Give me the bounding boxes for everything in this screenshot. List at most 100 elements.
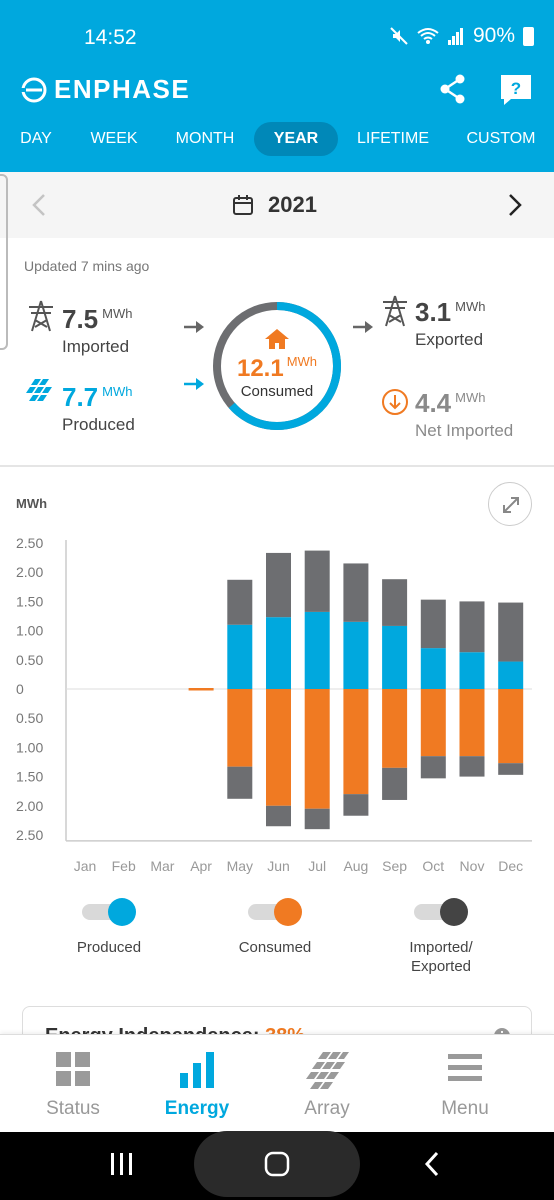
tab-day[interactable]: DAY xyxy=(6,122,66,156)
bar-exported xyxy=(304,550,330,612)
signal-icon xyxy=(447,28,463,45)
consumed-value: 12.1 xyxy=(236,355,284,382)
bar-consumed xyxy=(420,689,446,757)
imported-label: Imported xyxy=(62,337,130,356)
exported-unit: MWh xyxy=(455,299,486,314)
x-tick-label: Jun xyxy=(267,858,290,874)
tab-custom[interactable]: CUSTOM xyxy=(460,122,542,156)
system-back-button[interactable] xyxy=(420,1150,444,1178)
x-tick-label: Nov xyxy=(460,858,485,874)
share-icon xyxy=(440,74,465,104)
x-tick-label: Mar xyxy=(150,858,174,874)
produced-toggle-knob xyxy=(108,898,136,926)
help-icon: ? xyxy=(501,75,531,105)
bar-imported xyxy=(498,763,524,775)
nav-status[interactable]: Status xyxy=(4,1035,142,1133)
bar-produced xyxy=(498,661,524,689)
x-tick-label: Aug xyxy=(343,858,368,874)
y-tick-label: 0.50 xyxy=(16,652,43,668)
system-recents-button[interactable] xyxy=(108,1150,136,1178)
back-icon xyxy=(424,1151,439,1177)
exported-metric: 3.1 MWh Exported xyxy=(415,297,486,350)
bar-consumed xyxy=(188,688,214,691)
bar-imported xyxy=(420,756,446,779)
nav-array[interactable]: Array xyxy=(258,1035,396,1133)
x-tick-label: Oct xyxy=(422,858,444,874)
y-tick-label: 2.00 xyxy=(16,564,43,580)
bar-exported xyxy=(420,599,446,649)
legend-consumed: Consumed xyxy=(200,898,350,957)
calendar-icon xyxy=(233,195,253,215)
y-axis-label: MWh xyxy=(16,496,47,511)
produced-toggle[interactable] xyxy=(82,898,136,926)
tab-month[interactable]: MONTH xyxy=(166,122,244,156)
enphase-logo-icon xyxy=(20,77,47,102)
bar-produced xyxy=(420,648,446,689)
consumed-label: Consumed xyxy=(240,383,314,400)
expand-chart-button[interactable] xyxy=(488,482,532,526)
x-tick-label: May xyxy=(227,858,253,874)
x-tick-label: Jan xyxy=(74,858,97,874)
period-label[interactable]: 2021 xyxy=(232,192,317,218)
tab-year[interactable]: YEAR xyxy=(254,122,338,156)
period-selector: 2021 xyxy=(0,172,554,238)
bar-imported xyxy=(304,808,330,830)
share-button[interactable] xyxy=(436,72,470,106)
nav-menu-label: Menu xyxy=(441,1098,489,1119)
net-imported-unit: MWh xyxy=(455,390,486,405)
y-tick-label: 0.50 xyxy=(16,710,43,726)
bar-imported xyxy=(266,805,291,827)
status-time: 14:52 xyxy=(84,26,137,49)
app-header: 14:52 90% ENPHASE ? DAY WEEK MONTH YEAR … xyxy=(0,0,554,172)
side-drawer-handle[interactable] xyxy=(0,174,8,350)
next-period-button[interactable] xyxy=(502,190,528,220)
nav-energy[interactable]: Energy xyxy=(128,1035,266,1133)
x-tick-label: Apr xyxy=(190,858,212,874)
bar-exported xyxy=(498,602,524,662)
grid-tower-icon xyxy=(29,300,53,332)
imported-unit: MWh xyxy=(102,306,133,321)
bar-exported xyxy=(227,579,253,625)
net-imported-metric: 4.4 MWh Net Imported xyxy=(415,388,513,441)
bar-consumed xyxy=(343,689,369,795)
y-tick-label: 1.00 xyxy=(16,623,43,639)
battery-icon xyxy=(523,26,534,46)
legend-imported-exported: Imported/ Exported xyxy=(366,898,516,976)
system-home-button[interactable] xyxy=(194,1131,360,1197)
bar-produced xyxy=(343,621,369,689)
net-import-arrow-icon xyxy=(382,389,408,415)
produced-label: Produced xyxy=(62,415,135,434)
bar-consumed xyxy=(304,689,330,809)
consumed-summary: 12.1 MWh Consumed xyxy=(214,328,340,400)
period-tabs: DAY WEEK MONTH YEAR LIFETIME CUSTOM xyxy=(0,122,554,156)
consumed-toggle[interactable] xyxy=(248,898,302,926)
nav-status-label: Status xyxy=(46,1098,100,1119)
y-tick-label: 2.00 xyxy=(16,798,43,814)
tab-week[interactable]: WEEK xyxy=(82,122,146,156)
bar-exported xyxy=(343,563,369,622)
import-flow-arrow-icon xyxy=(184,321,204,333)
previous-period-button[interactable] xyxy=(26,190,52,220)
export-flow-arrow-icon xyxy=(353,321,373,333)
net-imported-value: 4.4 xyxy=(415,388,452,418)
bar-imported xyxy=(343,794,369,816)
bar-imported xyxy=(382,767,408,800)
period-year: 2021 xyxy=(268,192,317,217)
produce-flow-arrow-icon xyxy=(184,378,204,390)
status-icons: 90% xyxy=(389,24,534,48)
home-icon xyxy=(265,329,289,349)
tab-lifetime[interactable]: LIFETIME xyxy=(350,122,436,156)
updated-timestamp: Updated 7 mins ago xyxy=(24,258,150,274)
mute-icon xyxy=(390,27,408,45)
bar-imported xyxy=(459,756,485,777)
imported-exported-toggle-label: Imported/ Exported xyxy=(409,939,473,975)
system-status-bar: 14:52 90% xyxy=(0,0,554,72)
bar-produced xyxy=(459,652,485,689)
net-imported-label: Net Imported xyxy=(415,421,514,440)
help-button[interactable]: ? xyxy=(498,72,534,108)
energy-icon xyxy=(180,1052,214,1088)
nav-menu[interactable]: Menu xyxy=(396,1035,534,1133)
imported-exported-toggle[interactable] xyxy=(414,898,468,926)
bar-consumed xyxy=(382,689,408,768)
svg-text:?: ? xyxy=(511,79,521,98)
